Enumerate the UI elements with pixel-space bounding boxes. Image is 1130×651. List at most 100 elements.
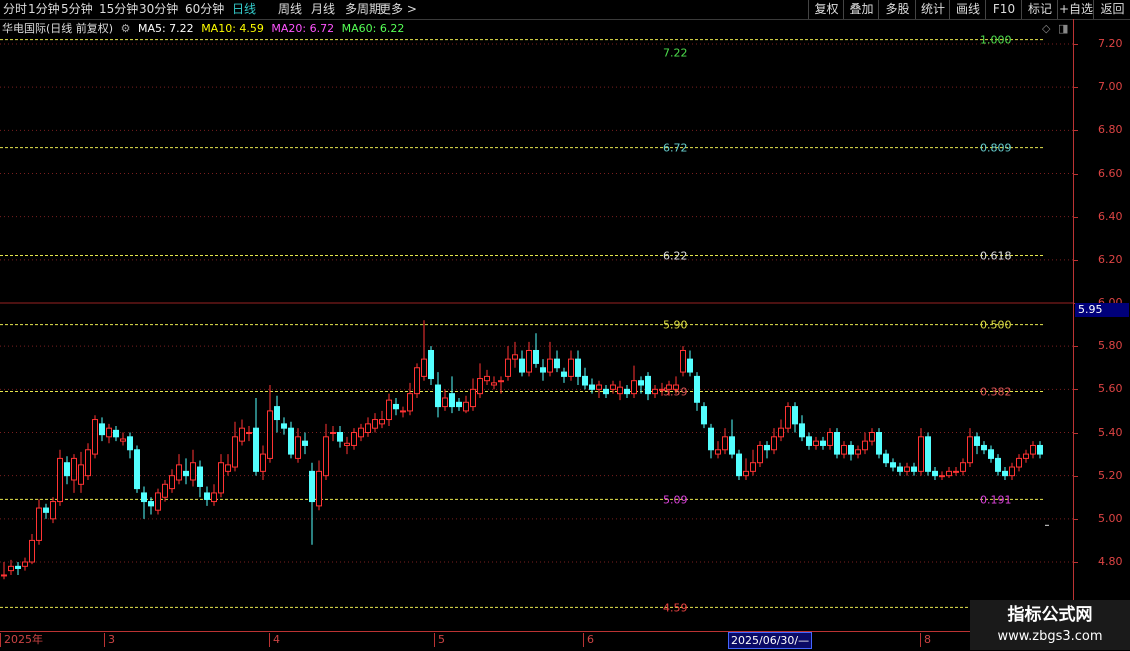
candle-body-40 — [281, 423, 287, 429]
candle-body-1 — [8, 565, 14, 572]
candle-body-6 — [43, 507, 49, 513]
period-tab-0[interactable]: 分时 — [3, 2, 27, 17]
candle-body-25 — [176, 464, 182, 481]
candle-body-128 — [897, 466, 903, 472]
candle-body-10 — [71, 457, 77, 481]
candle-body-3 — [22, 561, 28, 567]
fib-ratio-label-3: 0.500 — [980, 319, 1012, 332]
axis-tick-2 — [1074, 130, 1078, 132]
fib-ratio-label-1: 0.809 — [980, 142, 1012, 155]
candle-body-37 — [260, 453, 266, 472]
candle-body-95 — [666, 384, 672, 390]
candle-body-38 — [267, 410, 273, 459]
candle-body-42 — [295, 436, 301, 459]
fib-ratio-label-2: 0.618 — [980, 250, 1012, 263]
candle-body-59 — [414, 367, 420, 395]
toolbar-button-6[interactable]: 标记 — [1021, 0, 1058, 19]
candle-body-127 — [890, 462, 896, 468]
candle-body-76 — [533, 349, 539, 364]
watermark-url: www.zbgs3.com — [997, 629, 1103, 644]
candle-body-54 — [379, 419, 385, 425]
candle-body-53 — [372, 419, 378, 429]
candle-body-60 — [421, 358, 427, 377]
candle-body-71 — [498, 380, 504, 383]
candle-body-64 — [449, 393, 455, 408]
axis-price-label-8: 5.60 — [1098, 382, 1123, 396]
axis-tick-12 — [1074, 562, 1078, 563]
candle-body-16 — [113, 429, 119, 438]
toolbar-button-5[interactable]: F10 — [985, 0, 1022, 19]
toolbar-button-2[interactable]: 多股 — [878, 0, 916, 19]
period-tab-10[interactable]: 更多 > — [379, 2, 417, 17]
toolbar-button-0[interactable]: 复权 — [808, 0, 844, 19]
candle-body-73 — [512, 354, 518, 360]
candle-body-118 — [827, 432, 833, 446]
candle-body-27 — [190, 462, 196, 481]
axis-price-label-0: 7.20 — [1098, 37, 1123, 50]
period-tab-8[interactable]: 月线 — [311, 2, 335, 17]
candle-body-24 — [169, 475, 175, 490]
candle-body-13 — [92, 419, 98, 455]
candle-body-147 — [1030, 444, 1036, 455]
candle-body-115 — [806, 436, 812, 446]
period-tab-1[interactable]: 1分钟 — [28, 2, 60, 17]
candle-body-86 — [603, 388, 609, 395]
candle-body-133 — [932, 470, 938, 477]
candle-body-20 — [141, 492, 147, 503]
watermark-title: 指标公式网 — [1007, 605, 1093, 625]
period-tab-9[interactable]: 多周期 — [345, 2, 381, 17]
axis-price-label-10: 5.20 — [1098, 468, 1123, 482]
candle-body-125 — [876, 432, 882, 455]
candle-body-144 — [1009, 466, 1015, 477]
axis-price-label-1: 7.00 — [1098, 80, 1123, 94]
period-tab-4[interactable]: 30分钟 — [139, 2, 178, 17]
candle-body-14 — [99, 423, 105, 436]
candle-body-51 — [358, 427, 364, 438]
toolbar-button-4[interactable]: 画线 — [949, 0, 986, 19]
period-tab-2[interactable]: 5分钟 — [61, 2, 93, 17]
axis-price-label-3: 6.60 — [1098, 166, 1123, 180]
candle-body-5 — [36, 507, 42, 541]
candle-body-90 — [631, 380, 637, 395]
candle-body-113 — [792, 406, 798, 425]
price-axis[interactable]: 7.207.006.806.606.406.206.005.805.605.40… — [1073, 19, 1130, 631]
candle-body-100 — [701, 406, 707, 425]
axis-price-label-7: 5.80 — [1098, 339, 1123, 353]
candle-body-112 — [785, 406, 791, 429]
current-price-badge: 5.95 — [1075, 303, 1129, 318]
candle-body-130 — [911, 466, 917, 472]
candle-body-12 — [85, 449, 91, 477]
candle-body-83 — [582, 375, 588, 386]
candle-body-104 — [729, 436, 735, 455]
axis-tick-4 — [1074, 216, 1078, 218]
period-tab-3[interactable]: 15分钟 — [99, 2, 138, 17]
candle-body-93 — [652, 388, 658, 395]
toolbar-button-1[interactable]: 叠加 — [843, 0, 879, 19]
fib-price-label-0: 7.22 — [663, 47, 688, 60]
period-tab-7[interactable]: 周线 — [278, 2, 302, 17]
axis-tick-11 — [1074, 518, 1078, 520]
candle-body-79 — [554, 358, 560, 369]
toolbar: 分时 1分钟 5分钟 15分钟 30分钟 60分钟 日线 周线 月线 多周期 更多 > 复权 叠加 多股… — [0, 0, 1130, 20]
candle-body-47 — [330, 432, 336, 434]
date-label-3: 5 — [434, 633, 445, 647]
axis-tick-3 — [1074, 173, 1078, 175]
toolbar-button-8[interactable]: 返回 — [1093, 0, 1130, 19]
candle-body-123 — [862, 440, 868, 451]
candle-body-84 — [589, 384, 595, 390]
candle-body-85 — [596, 384, 602, 390]
toolbar-button-7[interactable]: +自选 — [1057, 0, 1094, 19]
fib-ratio-label-5: 0.191 — [980, 493, 1012, 506]
toolbar-button-3[interactable]: 统计 — [915, 0, 950, 19]
candle-body-49 — [344, 442, 350, 446]
candle-body-78 — [547, 358, 553, 373]
candle-body-55 — [386, 399, 392, 421]
date-axis[interactable]: 2025年 3 4 5 6 8 2025/06/30/— — [0, 631, 1073, 651]
candle-body-120 — [841, 444, 847, 455]
candle-body-141 — [988, 449, 994, 459]
candle-body-52 — [365, 423, 371, 434]
period-tab-6[interactable]: 日线 — [232, 2, 256, 17]
period-tab-5[interactable]: 60分钟 — [185, 2, 224, 17]
candlestick-chart[interactable]: 7.221.0006.72 0.8096.22 0.6185.90 0.5005.59… — [0, 19, 1073, 631]
candle-body-11 — [78, 464, 84, 485]
